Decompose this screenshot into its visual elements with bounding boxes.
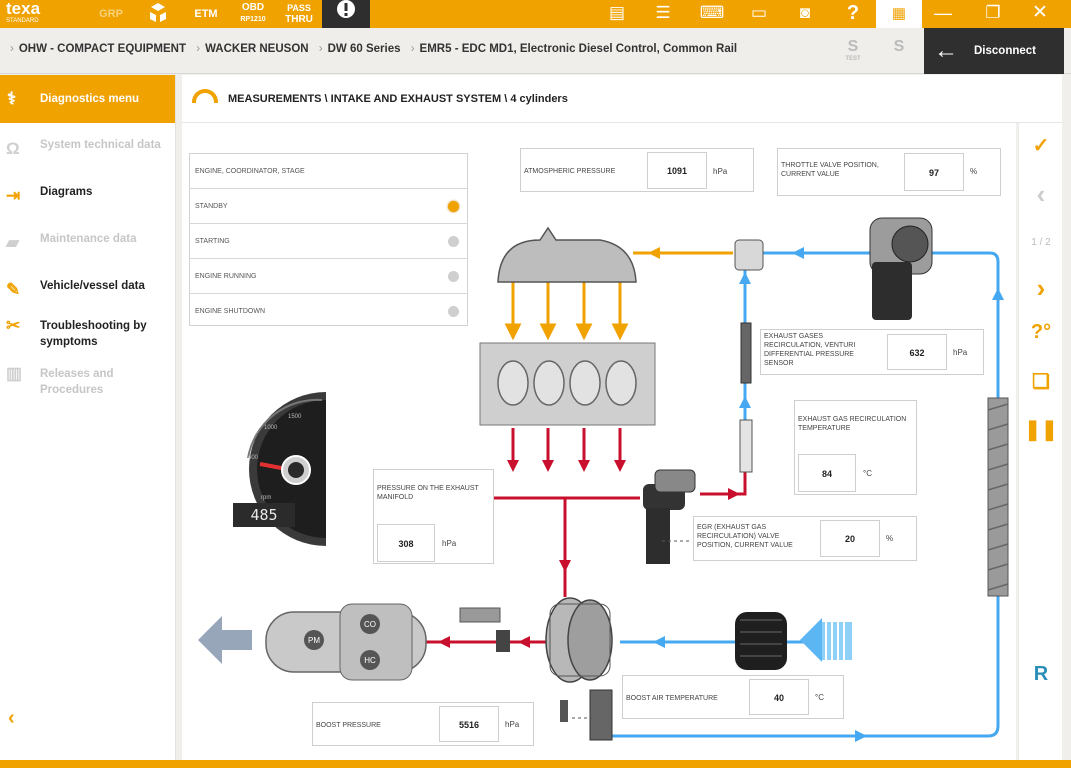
measurement-unit: hPa xyxy=(953,348,968,357)
chevron-left-icon: ‹ xyxy=(1036,179,1046,209)
state-indicator xyxy=(448,271,459,282)
remote-r-icon: R xyxy=(1033,663,1049,685)
tachometer-rpm-display: 485 xyxy=(233,503,295,527)
egr-temperature-box: EXHAUST GAS RECIRCULATION TEMPERATURE 84… xyxy=(794,400,917,495)
engine-state-starting: STARTING xyxy=(190,224,467,259)
egr-valve xyxy=(643,469,696,564)
boost-air-temperature-value: 40 xyxy=(749,679,809,715)
previous-page-button[interactable]: ‹ xyxy=(1019,179,1063,210)
air-filter xyxy=(735,612,787,670)
tacho-tick-label: 1000 xyxy=(264,425,278,431)
measurement-label: EXHAUST GAS RECIRCULATION TEMPERATURE xyxy=(798,416,907,432)
egr-cooler xyxy=(734,239,764,473)
boost-pressure-box: BOOST PRESSURE 5516 hPa xyxy=(312,702,534,746)
exhaust-manifold-pressure-box: PRESSURE ON THE EXHAUST MANIFOLD 308 hPa xyxy=(373,469,494,564)
measurement-unit: hPa xyxy=(505,720,520,729)
help-settings-button[interactable]: ?° xyxy=(1019,321,1063,344)
exhaust-manifold-pressure-value: 308 xyxy=(377,524,435,562)
boost-pressure-value: 5516 xyxy=(439,706,499,742)
intercooler xyxy=(987,397,1009,597)
egr-venturi-value: 632 xyxy=(887,334,947,370)
engine-state-header: ENGINE, COORDINATOR, STAGE xyxy=(190,154,467,189)
tacho-tick-label: 400 xyxy=(248,455,259,461)
egr-valve-position-box: EGR (EXHAUST GAS RECIRCULATION) VALVE PO… xyxy=(693,516,917,561)
measurement-unit: hPa xyxy=(442,539,457,548)
egr-valve-position-value: 20 xyxy=(820,520,880,557)
measurement-unit: °C xyxy=(863,469,872,478)
atmospheric-pressure-value: 1091 xyxy=(647,152,707,189)
intake-exhaust-diagram: PM CO HC xyxy=(198,217,1009,742)
measurement-unit: hPa xyxy=(713,167,728,176)
measurement-label: EGR (EXHAUST GAS RECIRCULATION) VALVE PO… xyxy=(697,524,793,549)
copy-button[interactable]: ❏ xyxy=(1019,369,1063,394)
check-icon: ✓ xyxy=(1032,135,1050,157)
engine-block xyxy=(479,342,656,426)
remote-button[interactable]: R xyxy=(1019,663,1063,686)
bottom-accent-bar xyxy=(0,760,1071,768)
pause-button[interactable]: ❚❚ xyxy=(1019,417,1063,442)
right-toolbar: ✓ ‹ 1 / 2 › ?° ❏ ❚❚ R xyxy=(1018,123,1062,760)
engine-state-panel: ENGINE, COORDINATOR, STAGE STANDBY START… xyxy=(189,153,468,326)
state-indicator-active xyxy=(448,201,459,212)
egr-arrow xyxy=(648,247,660,259)
measurement-unit: % xyxy=(970,167,978,176)
confirm-button[interactable]: ✓ xyxy=(1019,133,1063,158)
measurement-unit: % xyxy=(886,534,894,543)
state-label: ENGINE SHUTDOWN xyxy=(195,308,265,315)
throttle-body xyxy=(869,217,933,320)
turbocharger xyxy=(545,597,613,741)
engine-state-title: ENGINE, COORDINATOR, STAGE xyxy=(195,168,305,175)
measurement-unit: °C xyxy=(815,693,824,702)
state-label: ENGINE RUNNING xyxy=(195,273,257,280)
measurement-label: EXHAUST GASES RECIRCULATION, VENTURI DIF… xyxy=(764,333,856,367)
tacho-unit: rpm xyxy=(261,495,272,501)
measurement-label: THROTTLE VALVE POSITION, CURRENT VALUE xyxy=(781,162,879,178)
engine-state-running: ENGINE RUNNING xyxy=(190,259,467,294)
engine-state-shutdown: ENGINE SHUTDOWN xyxy=(190,294,467,329)
boost-air-temperature-box: BOOST AIR TEMPERATURE 40 °C xyxy=(622,675,844,719)
page-indicator: 1 / 2 xyxy=(1031,237,1051,248)
throttle-position-value: 97 xyxy=(904,153,964,191)
intake-manifold-arrows xyxy=(504,282,629,341)
exhaust-out-arrow xyxy=(198,616,252,664)
egr-temperature-value: 84 xyxy=(798,454,856,492)
tacho-tick-label: 1500 xyxy=(288,414,302,420)
measurement-label: BOOST AIR TEMPERATURE xyxy=(626,695,718,702)
hc-label: HC xyxy=(364,656,376,665)
incoming-air-arrow xyxy=(800,618,852,662)
atmospheric-pressure-box: ATMOSPHERIC PRESSURE 1091 hPa xyxy=(520,148,754,192)
measurement-label: ATMOSPHERIC PRESSURE xyxy=(524,168,616,175)
throttle-position-box: THROTTLE VALVE POSITION, CURRENT VALUE 9… xyxy=(777,148,1001,196)
measurement-label: PRESSURE ON THE EXHAUST MANIFOLD xyxy=(377,485,479,501)
state-label: STANDBY xyxy=(195,203,228,210)
chevron-right-icon: › xyxy=(1036,273,1046,303)
next-page-button[interactable]: › xyxy=(1019,273,1063,304)
intake-manifold xyxy=(497,226,637,283)
pause-icon: ❚❚ xyxy=(1024,419,1058,441)
question-gear-icon: ?° xyxy=(1030,321,1052,343)
app-window: texa STANDARD GRP ETM OBD RP1210 PASS TH… xyxy=(0,0,1071,768)
state-label: STARTING xyxy=(195,238,230,245)
state-indicator xyxy=(448,306,459,317)
state-indicator xyxy=(448,236,459,247)
copy-icon: ❏ xyxy=(1032,371,1050,393)
measurement-label: BOOST PRESSURE xyxy=(316,722,381,729)
engine-state-standby: STANDBY xyxy=(190,189,467,224)
egr-venturi-box: EXHAUST GASES RECIRCULATION, VENTURI DIF… xyxy=(760,329,984,375)
pm-label: PM xyxy=(308,636,320,645)
co-label: CO xyxy=(364,620,376,629)
